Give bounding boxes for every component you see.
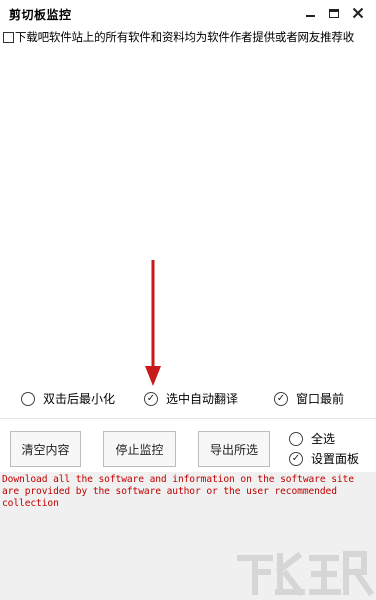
close-button[interactable] xyxy=(349,4,367,22)
option-always-on-top[interactable]: ✓ 窗口最前 xyxy=(274,390,344,407)
clear-button[interactable]: 清空内容 xyxy=(10,431,81,467)
radio-unchecked-icon[interactable] xyxy=(289,431,303,446)
option-label: 全选 xyxy=(311,432,336,446)
title-bar: 剪切板监控 xyxy=(0,0,376,28)
radio-checked-icon[interactable]: ✓ xyxy=(289,451,303,466)
list-item-checkbox[interactable] xyxy=(3,31,14,43)
radio-unchecked-icon[interactable] xyxy=(21,391,35,406)
stop-monitor-button[interactable]: 停止监控 xyxy=(103,431,176,467)
maximize-icon xyxy=(329,8,339,18)
maximize-button[interactable] xyxy=(325,4,343,22)
list-item-text: 下载吧软件站上的所有软件和资料均为软件作者提供或者网友推荐收 xyxy=(15,30,354,44)
log-text: Download all the software and informatio… xyxy=(2,474,354,509)
divider xyxy=(0,418,376,419)
window-title: 剪切板监控 xyxy=(9,8,72,22)
option-label: 选中自动翻译 xyxy=(166,392,239,406)
export-selected-button[interactable]: 导出所选 xyxy=(198,431,270,467)
option-minimize-on-double-click[interactable]: 双击后最小化 xyxy=(21,390,115,407)
radio-checked-icon[interactable]: ✓ xyxy=(144,391,158,406)
option-select-all[interactable]: 全选 xyxy=(289,430,335,447)
minimize-icon xyxy=(305,15,315,17)
xiazaiba-logo xyxy=(237,551,374,596)
option-label: 窗口最前 xyxy=(296,392,345,406)
option-settings-panel[interactable]: ✓ 设置面板 xyxy=(289,450,359,467)
option-label: 双击后最小化 xyxy=(43,392,116,406)
options-row: 双击后最小化 ✓ 选中自动翻译 ✓ 窗口最前 xyxy=(0,390,376,412)
arrow-down-icon xyxy=(145,260,161,386)
list-item[interactable]: 下载吧软件站上的所有软件和资料均为软件作者提供或者网友推荐收 xyxy=(3,29,376,45)
radio-checked-icon[interactable]: ✓ xyxy=(274,391,288,406)
clipboard-list[interactable]: 下载吧软件站上的所有软件和资料均为软件作者提供或者网友推荐收 xyxy=(0,28,376,378)
close-icon xyxy=(352,7,364,19)
minimize-button[interactable] xyxy=(301,4,319,22)
option-label: 设置面板 xyxy=(311,452,360,466)
option-auto-translate[interactable]: ✓ 选中自动翻译 xyxy=(144,390,238,407)
